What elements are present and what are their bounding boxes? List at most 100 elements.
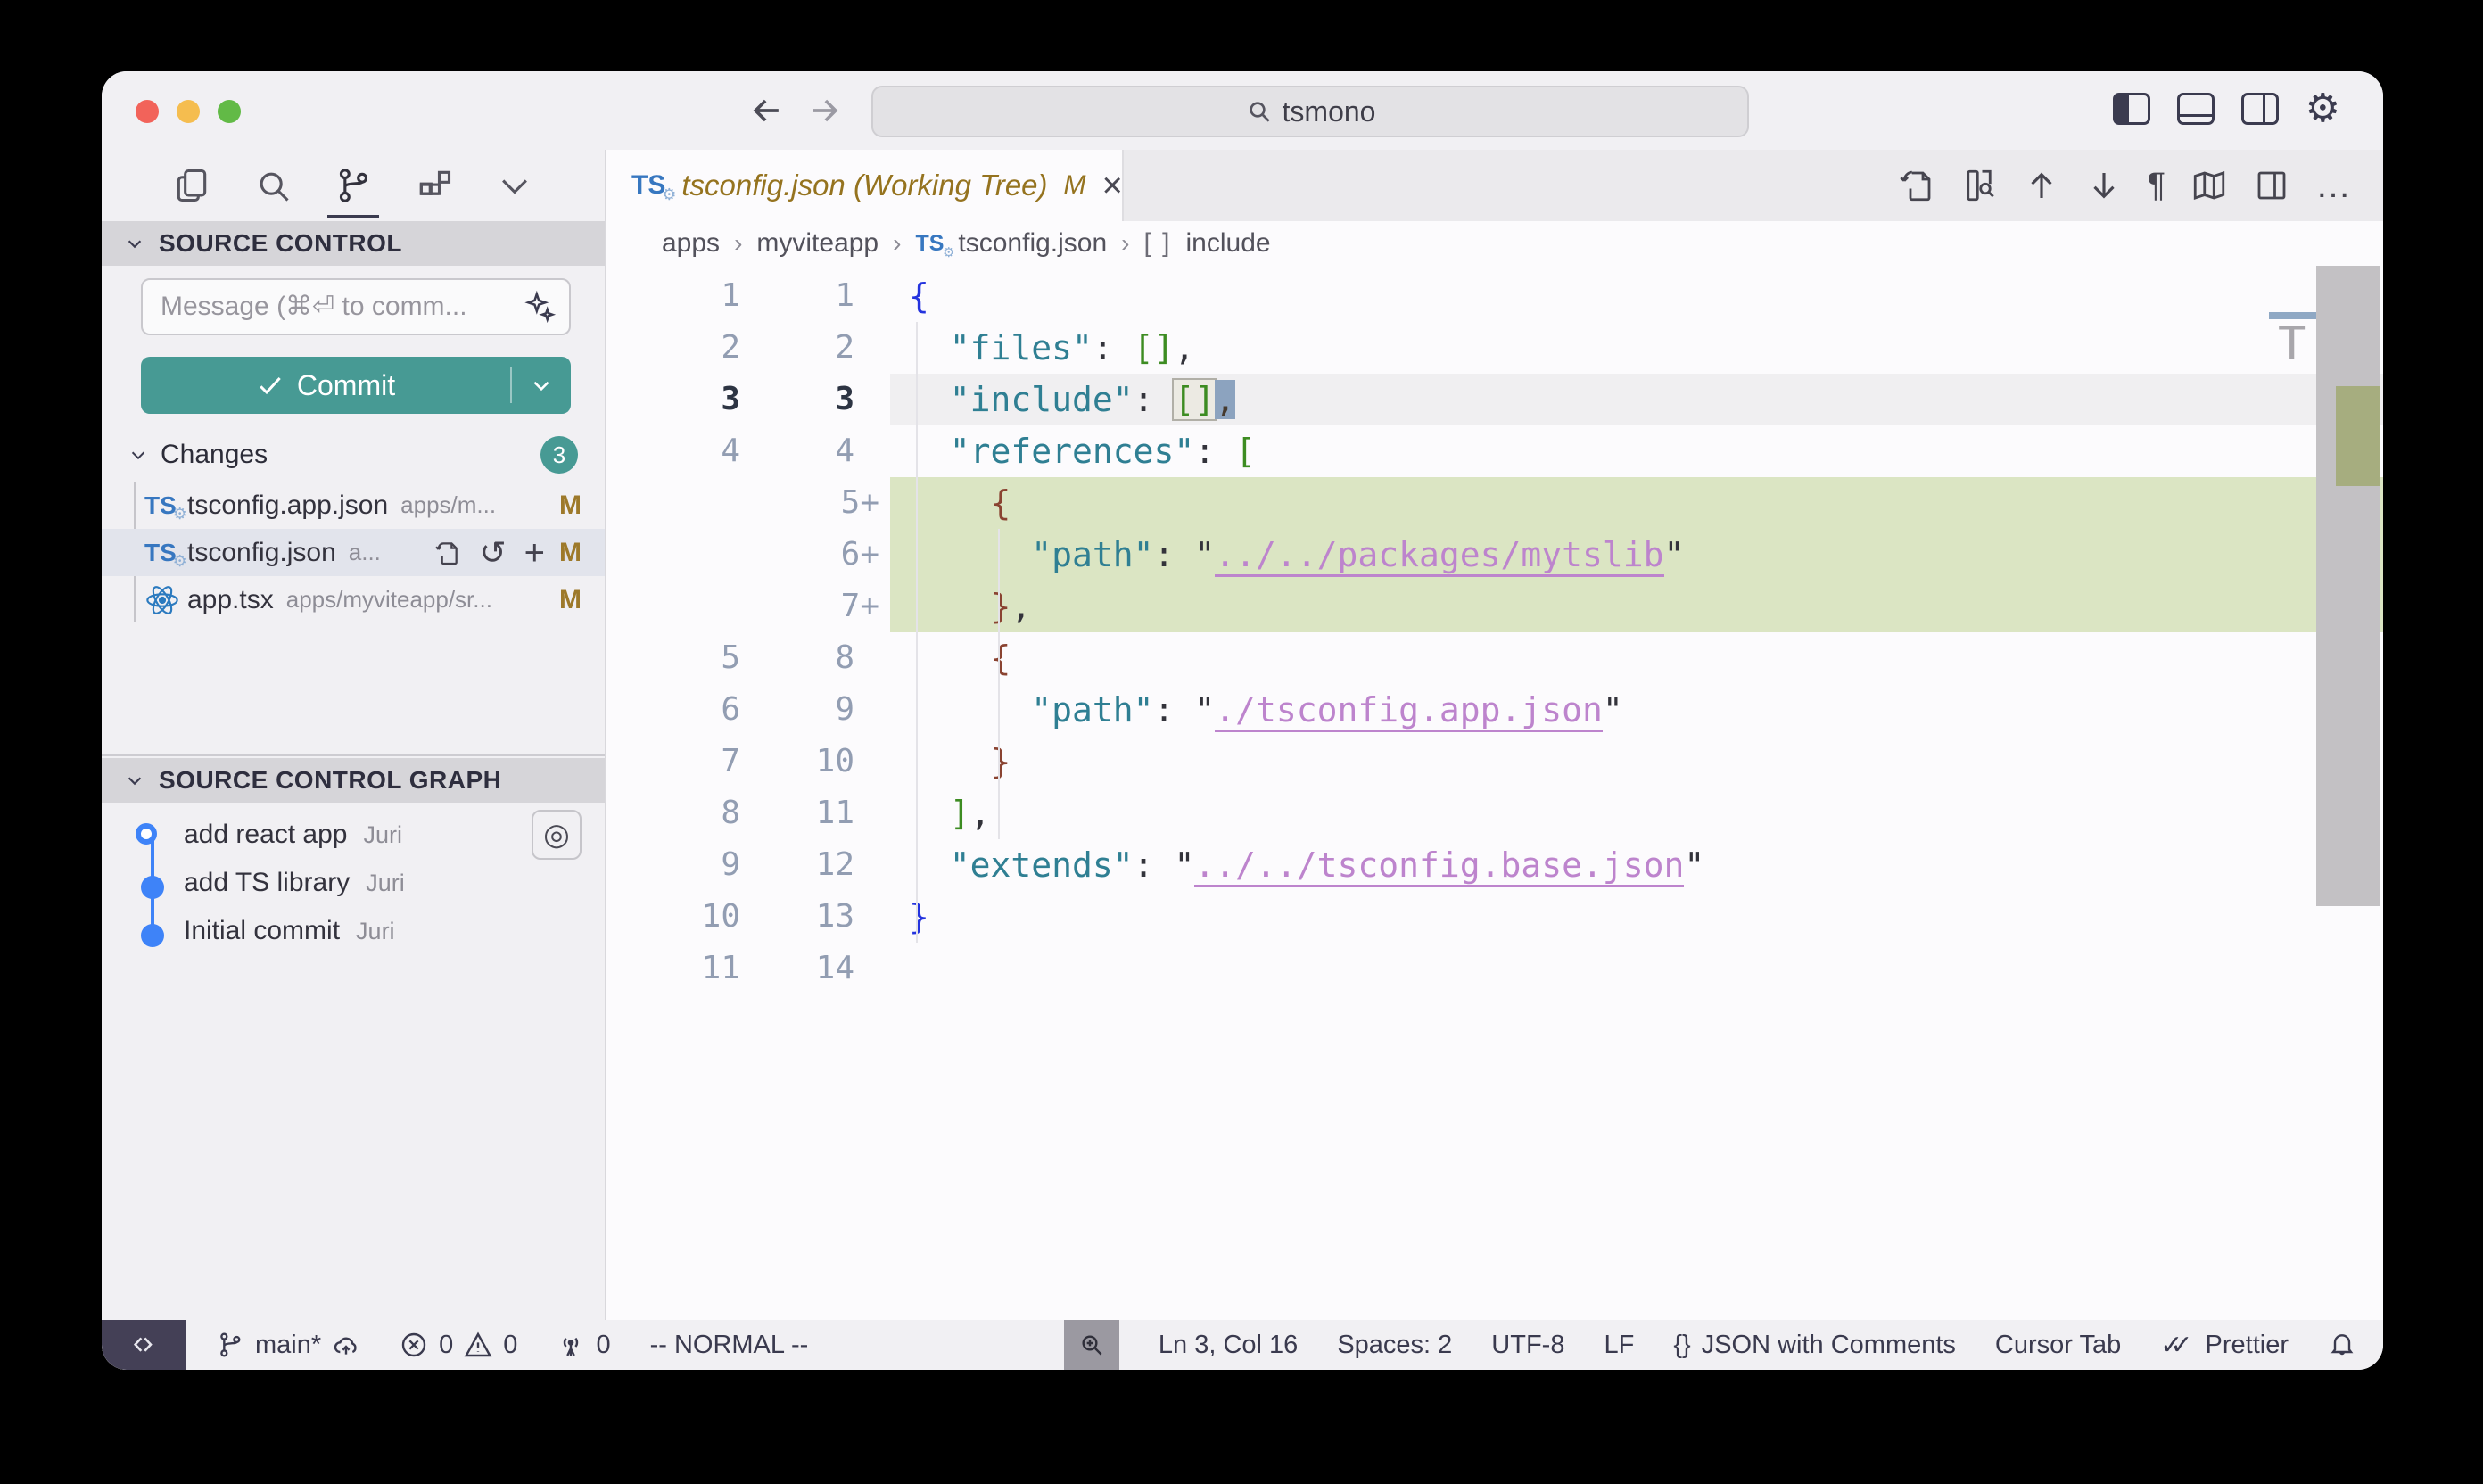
modified-line-number: 11 [749,787,854,839]
search-view-icon[interactable] [252,165,293,206]
toggle-panel-icon[interactable] [2177,93,2215,125]
indentation-item[interactable]: Spaces: 2 [1337,1331,1452,1360]
original-line-number: 6 [606,684,740,736]
modified-badge: M [559,491,582,521]
title-bar: tsmono ⚙ [102,71,2383,150]
command-center-search[interactable]: tsmono [871,86,1749,137]
code-text: "references": [ [909,425,1256,477]
check-icon [256,371,285,400]
original-line-number: 7 [606,736,740,787]
code-text: "include": [], [909,374,1235,425]
eol-item[interactable]: LF [1604,1331,1634,1360]
ts-file-icon: TS⚙ [144,539,177,567]
map-icon[interactable] [2190,167,2228,204]
original-line-number: 4 [606,425,740,477]
maximize-window-button[interactable] [218,100,241,123]
code-line[interactable]: 1114 [606,943,2383,994]
open-changes-icon[interactable] [1898,167,1935,204]
changed-file-row[interactable]: app.tsx apps/myviteapp/sr... M [102,576,605,623]
problems-status-item[interactable]: 0 0 [400,1331,517,1360]
code-text: }, [909,581,1031,632]
minimize-window-button[interactable] [177,100,200,123]
next-change-arrow-icon[interactable] [2085,167,2123,204]
changed-file-row[interactable]: TS⚙ tsconfig.app.json apps/m... M [102,482,605,529]
code-line[interactable]: 5+ { [606,477,2383,529]
code-line[interactable]: 58 { [606,632,2383,684]
settings-gear-icon[interactable]: ⚙ [2306,91,2340,127]
source-control-graph-title: SOURCE CONTROL GRAPH [159,766,501,795]
code-text: { [909,477,1011,529]
code-line[interactable]: 912 "extends": "../../tsconfig.base.json… [606,839,2383,891]
code-line[interactable]: 6+ "path": "../../packages/mytslib" [606,529,2383,581]
forward-arrow-icon[interactable] [804,91,844,130]
code-line[interactable]: 22 "files": [], [606,322,2383,374]
changes-header[interactable]: Changes 3 [102,432,605,478]
previous-change-arrow-icon[interactable] [2023,167,2060,204]
code-editor[interactable]: 11{22 "files": [],33 "include": [],44 "r… [606,266,2383,1320]
tab-tsconfig-working-tree[interactable]: TS⚙ tsconfig.json (Working Tree) M × [606,150,1124,221]
goto-current-commit-button[interactable]: ◎ [532,810,582,860]
commit-row[interactable]: Initial commit Juri [102,907,605,955]
code-line[interactable]: 44 "references": [ [606,425,2383,477]
code-line[interactable]: 811 ], [606,787,2383,839]
search-value: tsmono [1283,95,1376,128]
commit-row[interactable]: add TS library Juri [102,859,605,907]
code-line[interactable]: 69 "path": "./tsconfig.app.json" [606,684,2383,736]
code-line[interactable]: 1013} [606,891,2383,943]
language-mode-item[interactable]: {} JSON with Comments [1673,1331,1956,1360]
branch-status-item[interactable]: main* [216,1331,360,1360]
original-line-number [606,529,740,581]
encoding-item[interactable]: UTF-8 [1491,1331,1564,1360]
breadcrumb[interactable]: apps › myviteapp › TS⚙ tsconfig.json › [… [606,221,2383,266]
formatter-item[interactable]: ✓✓ Prettier [2160,1330,2289,1361]
breadcrumb-item[interactable]: myviteapp [756,228,879,259]
more-actions-ellipsis-icon[interactable]: … [2315,166,2353,206]
zoom-status-item[interactable] [1064,1320,1119,1370]
extensions-icon[interactable] [414,165,455,206]
code-line[interactable]: 11{ [606,270,2383,322]
source-control-section-header[interactable]: SOURCE CONTROL [102,221,605,266]
code-line[interactable]: 7+ }, [606,581,2383,632]
toggle-primary-sidebar-icon[interactable] [2113,93,2150,125]
code-text: { [909,270,929,322]
toggle-secondary-sidebar-icon[interactable] [2241,93,2279,125]
code-line[interactable]: 33 "include": [], [606,374,2383,425]
formatter-label: Prettier [2206,1331,2289,1360]
inline-view-icon[interactable] [1960,167,1998,204]
cursor-position-item[interactable]: Ln 3, Col 16 [1159,1331,1298,1360]
generate-commit-message-sparkle-icon[interactable] [523,290,557,324]
cursor-tab-item[interactable]: Cursor Tab [1995,1331,2121,1360]
open-file-icon[interactable] [433,539,461,567]
tab-bar: TS⚙ tsconfig.json (Working Tree) M × ¶ … [606,150,2383,221]
ports-status-item[interactable]: 0 [557,1331,610,1360]
changed-file-row[interactable]: TS⚙ tsconfig.json a... ↺ + M [102,529,605,576]
breadcrumb-item[interactable]: include [1186,228,1271,259]
source-control-graph-header[interactable]: SOURCE CONTROL GRAPH [102,758,605,803]
double-check-icon: ✓✓ [2160,1330,2180,1361]
whitespace-pilcrow-icon[interactable]: ¶ [2148,167,2165,205]
changes-count-badge: 3 [540,436,578,474]
editor-scrollbar[interactable] [2316,266,2380,906]
commit-button[interactable]: Commit [141,357,571,414]
commit-row[interactable]: add react app Juri ◎ [102,811,605,859]
notifications-bell-icon[interactable] [2328,1331,2356,1359]
discard-changes-icon[interactable]: ↺ [479,540,506,566]
commit-message-input[interactable] [143,292,523,322]
code-line[interactable]: 710 } [606,736,2383,787]
modified-badge: M [559,538,582,568]
breadcrumb-item[interactable]: tsconfig.json [958,228,1107,259]
modified-line-number: 13 [749,891,854,943]
explorer-icon[interactable] [171,165,212,206]
breadcrumb-item[interactable]: apps [662,228,720,259]
remote-indicator[interactable] [102,1320,186,1370]
more-views-chevron-icon[interactable] [494,165,535,206]
original-line-number: 3 [606,374,740,425]
close-tab-icon[interactable]: × [1102,168,1123,203]
stage-changes-icon[interactable]: + [524,540,545,566]
split-editor-icon[interactable] [2253,167,2290,204]
source-control-view-icon[interactable] [333,165,374,206]
modified-line-number: 12 [749,839,854,891]
commit-dropdown-button[interactable] [512,374,571,397]
close-window-button[interactable] [136,100,159,123]
back-arrow-icon[interactable] [747,91,787,130]
